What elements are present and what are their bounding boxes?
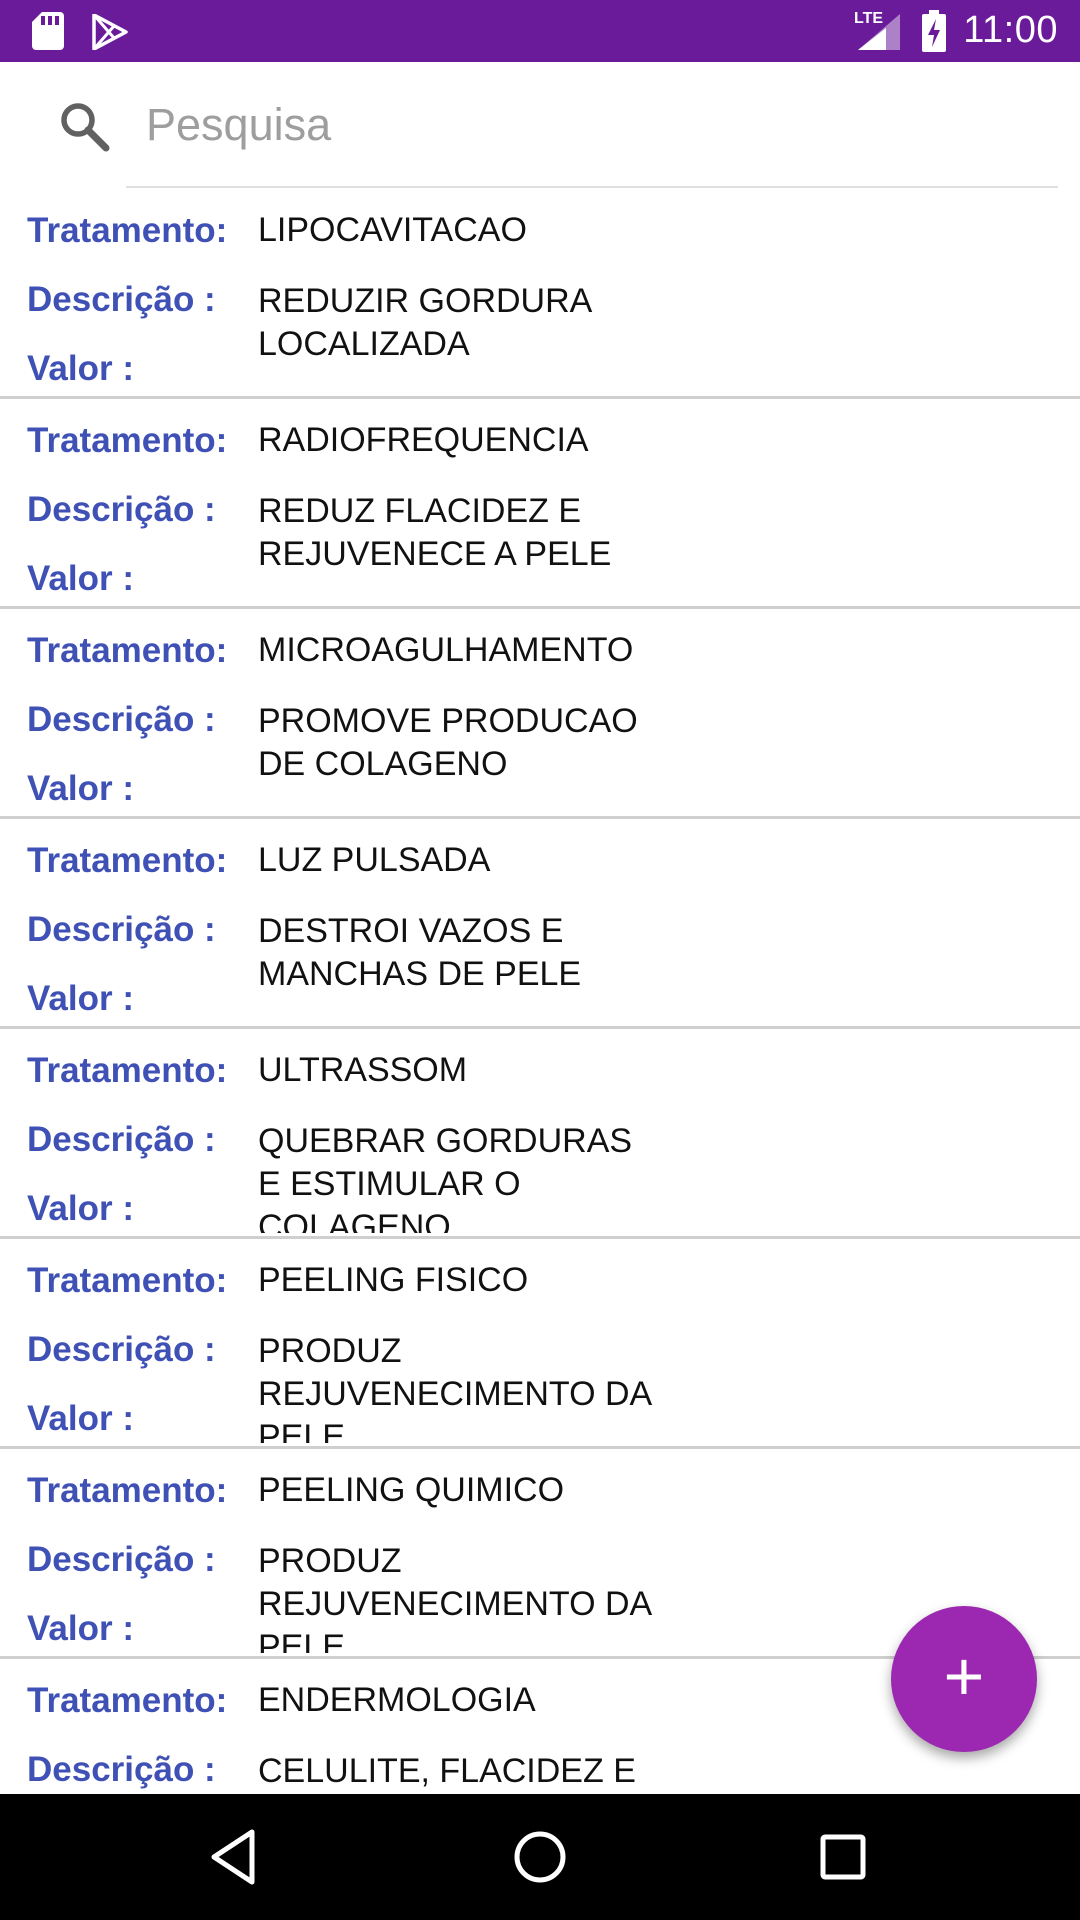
treatment-name: ULTRASSOM [258,1051,468,1089]
treatment-label: Tratamento: [27,841,228,880]
home-icon[interactable] [507,1824,573,1890]
treatment-description: REDUZIR GORDURA LOCALIZADA [258,282,591,363]
value-label: Valor : [27,559,134,598]
treatment-label: Tratamento: [27,1261,228,1300]
description-label: Descrição : [27,700,216,739]
treatment-name: MICROAGULHAMENTO [258,631,634,669]
description-label: Descrição : [27,490,216,529]
treatment-description: CELULITE, FLACIDEZ E [258,1752,636,1790]
clock: 11:00 [963,9,1058,51]
list-item[interactable]: Tratamento: LIPOCAVITACAO Descrição : RE… [0,189,1080,399]
list-item[interactable]: Tratamento: LUZ PULSADA Descrição : DEST… [0,819,1080,1029]
recents-icon[interactable] [810,1824,876,1890]
add-button[interactable]: + [891,1606,1037,1752]
list-item[interactable]: Tratamento: PEELING FISICO Descrição : P… [0,1239,1080,1449]
treatment-description: QUEBRAR GORDURAS E ESTIMULAR O COLAGENO [258,1122,633,1233]
treatment-list[interactable]: Tratamento: LIPOCAVITACAO Descrição : RE… [0,189,1080,1794]
value-label: Valor : [27,1189,134,1228]
description-label: Descrição : [27,910,216,949]
sd-card-icon [32,12,64,50]
description-label: Descrição : [27,280,216,319]
treatment-description: PRODUZ REJUVENECIMENTO DA PELE [258,1542,651,1653]
description-label: Descrição : [27,1120,216,1159]
treatment-description: PROMOVE PRODUCAO DE COLAGENO [258,702,638,783]
list-item[interactable]: Tratamento: ULTRASSOM Descrição : QUEBRA… [0,1029,1080,1239]
treatment-label: Tratamento: [27,1471,228,1510]
treatment-name: PEELING QUIMICO [258,1471,565,1509]
treatment-name: LUZ PULSADA [258,841,491,879]
description-label: Descrição : [27,1330,216,1369]
search-bar [0,62,1080,188]
battery-charging-icon [922,10,946,52]
treatment-name: RADIOFREQUENCIA [258,421,589,459]
treatment-label: Tratamento: [27,1681,228,1720]
back-icon[interactable] [202,1824,268,1890]
value-label: Valor : [27,349,134,388]
treatment-label: Tratamento: [27,421,228,460]
signal-icon [858,14,900,50]
list-item[interactable]: Tratamento: RADIOFREQUENCIA Descrição : … [0,399,1080,609]
add-icon: + [943,1637,985,1715]
treatment-description: REDUZ FLACIDEZ E REJUVENECE A PELE [258,492,612,573]
navigation-bar [0,1794,1080,1920]
value-label: Valor : [27,979,134,1018]
treatment-label: Tratamento: [27,211,228,250]
search-underline [126,186,1058,188]
treatment-description: PRODUZ REJUVENECIMENTO DA PELE [258,1332,651,1443]
description-label: Descrição : [27,1750,216,1789]
value-label: Valor : [27,1399,134,1438]
search-icon[interactable] [58,100,110,152]
treatment-description: DESTROI VAZOS E MANCHAS DE PELE [258,912,582,993]
status-bar: LTE 11:00 [0,0,1080,62]
value-label: Valor : [27,769,134,808]
treatment-name: PEELING FISICO [258,1261,529,1299]
treatment-name: LIPOCAVITACAO [258,211,527,249]
play-store-icon [92,14,128,50]
treatment-label: Tratamento: [27,1051,228,1090]
treatment-label: Tratamento: [27,631,228,670]
description-label: Descrição : [27,1540,216,1579]
search-input[interactable] [146,92,1036,158]
list-item[interactable]: Tratamento: MICROAGULHAMENTO Descrição :… [0,609,1080,819]
treatment-name: ENDERMOLOGIA [258,1681,536,1719]
value-label: Valor : [27,1609,134,1648]
